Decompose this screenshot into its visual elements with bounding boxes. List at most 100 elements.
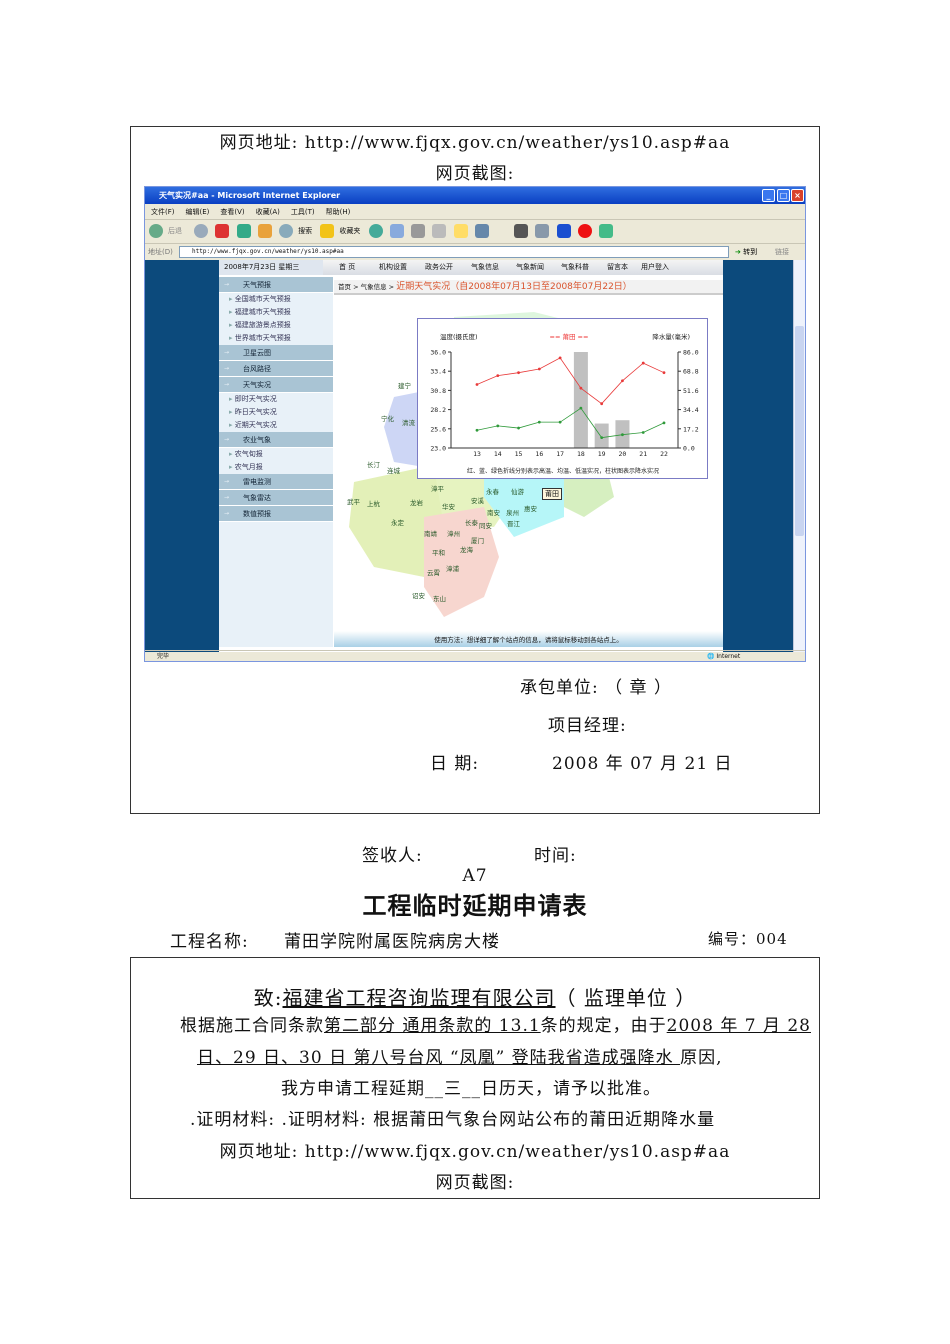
- nav-info[interactable]: 气象信息: [471, 260, 499, 275]
- x-tick-label: 20: [619, 450, 627, 458]
- sidebar-item[interactable]: 全国城市天气预报: [219, 293, 333, 306]
- map-station-label[interactable]: 漳浦: [446, 563, 459, 573]
- map-station-label[interactable]: 连城: [387, 465, 400, 475]
- map-station-label[interactable]: 长汀: [367, 459, 380, 469]
- sidebar-item[interactable]: 农气旬报: [219, 448, 333, 461]
- map-station-label[interactable]: 龙岩: [410, 497, 423, 507]
- x-tick-label: 16: [535, 450, 543, 458]
- map-station-label[interactable]: 平和: [432, 547, 445, 557]
- back-label: 后退: [168, 227, 182, 235]
- crumb-info[interactable]: 气象信息: [361, 283, 387, 291]
- low-temp-point: [475, 428, 479, 432]
- address-bar: 地址(D) http://www.fjqx.gov.cn/weather/ys1…: [145, 244, 805, 260]
- forward-icon: [194, 224, 209, 238]
- map-station-label[interactable]: 诏安: [412, 590, 425, 600]
- nav-home[interactable]: 首 页: [339, 260, 355, 275]
- map-station-label[interactable]: 东山: [433, 593, 446, 603]
- station-tooltip: 莆田: [542, 488, 562, 500]
- sidebar-item[interactable]: 即时天气实况: [219, 393, 333, 406]
- map-station-label[interactable]: 泉州: [506, 507, 519, 517]
- map-station-label[interactable]: 漳州: [447, 528, 460, 538]
- map-station-label[interactable]: 漳平: [431, 483, 444, 493]
- address-label: 地址(D): [148, 248, 173, 256]
- p3c: 日历天，请予以批准。: [481, 1079, 661, 1099]
- high-temp-line: [476, 357, 665, 405]
- links-button[interactable]: 链接: [775, 244, 789, 260]
- high-temp-point: [537, 367, 541, 371]
- p1d: 2008 年 7 月 28: [666, 1016, 811, 1036]
- map-station-label[interactable]: 龙海: [460, 544, 473, 554]
- note-icon: [453, 224, 468, 238]
- zone-indicator: 🌐 Internet: [707, 653, 741, 660]
- map-station-label[interactable]: 宁化: [381, 413, 394, 423]
- date-label: 日 期:: [430, 754, 480, 774]
- vertical-scrollbar[interactable]: [793, 260, 805, 652]
- right-tick-label: 0.0: [683, 445, 695, 453]
- page-viewport: 2008年7月23日 星期三 首 页 机构设置 政务公开 气象信息 气象新闻 气…: [145, 260, 795, 652]
- search-icon: [279, 224, 294, 238]
- map-station-label[interactable]: 云霄: [427, 567, 440, 577]
- mail-icon: [389, 224, 404, 238]
- x-tick-label: 22: [660, 450, 668, 458]
- map-station-label[interactable]: 安溪: [471, 495, 484, 505]
- sidebar-item[interactable]: 近期天气实况: [219, 419, 333, 432]
- go-button[interactable]: ➔ 转到: [735, 244, 757, 260]
- sidebar-section[interactable]: 雷电监测: [219, 474, 333, 490]
- sidebar-section[interactable]: 天气实况: [219, 377, 333, 393]
- crumb-home[interactable]: 首页: [338, 283, 351, 291]
- edit-icon: [432, 224, 447, 238]
- messenger-icon: [474, 224, 489, 238]
- to-company: 福建省工程咨询监理有限公司: [282, 986, 556, 1010]
- map-station-label[interactable]: 永春: [486, 486, 499, 496]
- map-station-label[interactable]: 永定: [391, 517, 404, 527]
- sidebar-section[interactable]: 农业气象: [219, 432, 333, 448]
- to-suffix: （ 监理单位 ）: [555, 986, 697, 1010]
- left-tick-label: 25.6: [430, 425, 446, 433]
- extension-days: __三__: [425, 1079, 481, 1099]
- receiver-label: 签收人:: [362, 846, 423, 866]
- nav-login[interactable]: 用户登入: [641, 260, 669, 275]
- map-station-label[interactable]: 同安: [479, 520, 492, 530]
- map-station-label[interactable]: 惠安: [524, 503, 537, 513]
- low-temp-point: [621, 433, 624, 437]
- url-line-2: 网页地址: http://www.fjqx.gov.cn/weather/ys1…: [219, 1142, 731, 1162]
- sidebar-section[interactable]: 天气预报: [219, 277, 333, 293]
- map-station-label[interactable]: 建宁: [398, 380, 411, 390]
- sidebar-item[interactable]: 昨日天气实况: [219, 406, 333, 419]
- sidebar-item[interactable]: 农气月报: [219, 461, 333, 474]
- low-temp-line: [476, 407, 665, 439]
- map-station-label[interactable]: 仙游: [511, 486, 524, 496]
- map-station-label[interactable]: 清流: [402, 417, 415, 427]
- browser-screenshot: 天气实况#aa - Microsoft Internet Explorer _ …: [144, 186, 806, 662]
- map-station-label[interactable]: 南靖: [424, 528, 437, 538]
- go-label: 转到: [743, 248, 758, 256]
- address-input[interactable]: http://www.fjqx.gov.cn/weather/ys10.asp#…: [179, 246, 729, 258]
- map-station-label[interactable]: 武平: [347, 496, 360, 506]
- map-station-label[interactable]: 南安: [487, 507, 500, 517]
- nav-org[interactable]: 机构设置: [379, 260, 407, 275]
- map-station-label[interactable]: 晋江: [507, 518, 520, 528]
- map-station-label[interactable]: 华安: [442, 501, 455, 511]
- map-station-label[interactable]: 长泰: [465, 517, 478, 527]
- nav-gov[interactable]: 政务公开: [425, 260, 453, 275]
- screenshot-label: 网页截图:: [435, 164, 515, 184]
- sidebar-section[interactable]: 气象雷达: [219, 490, 333, 506]
- addressee-line: 致:福建省工程咨询监理有限公司（ 监理单位 ）: [0, 982, 950, 1011]
- nav-science[interactable]: 气象科普: [561, 260, 589, 275]
- nav-guestbook[interactable]: 留言本: [607, 260, 628, 275]
- favorites-label: 收藏夹: [339, 227, 361, 235]
- low-temp-point: [662, 421, 666, 425]
- sidebar-section[interactable]: 卫星云图: [219, 345, 333, 361]
- sidebar-item[interactable]: 福建旅游景点预报: [219, 319, 333, 332]
- sidebar-item[interactable]: 福建城市天气预报: [219, 306, 333, 319]
- p1a: 根据施工合同条款: [180, 1016, 324, 1036]
- scroll-thumb[interactable]: [795, 326, 804, 536]
- date-value: 2008 年 07 月 21 日: [552, 754, 733, 774]
- map-station-label[interactable]: 上杭: [367, 498, 380, 508]
- project-label: 工程名称:: [170, 932, 249, 952]
- sidebar-section[interactable]: 数值预报: [219, 506, 333, 522]
- nav-news[interactable]: 气象新闻: [516, 260, 544, 275]
- sidebar-item[interactable]: 世界城市天气预报: [219, 332, 333, 345]
- sidebar-section[interactable]: 台风路径: [219, 361, 333, 377]
- right-axis-title: 降水量(毫米): [652, 332, 690, 341]
